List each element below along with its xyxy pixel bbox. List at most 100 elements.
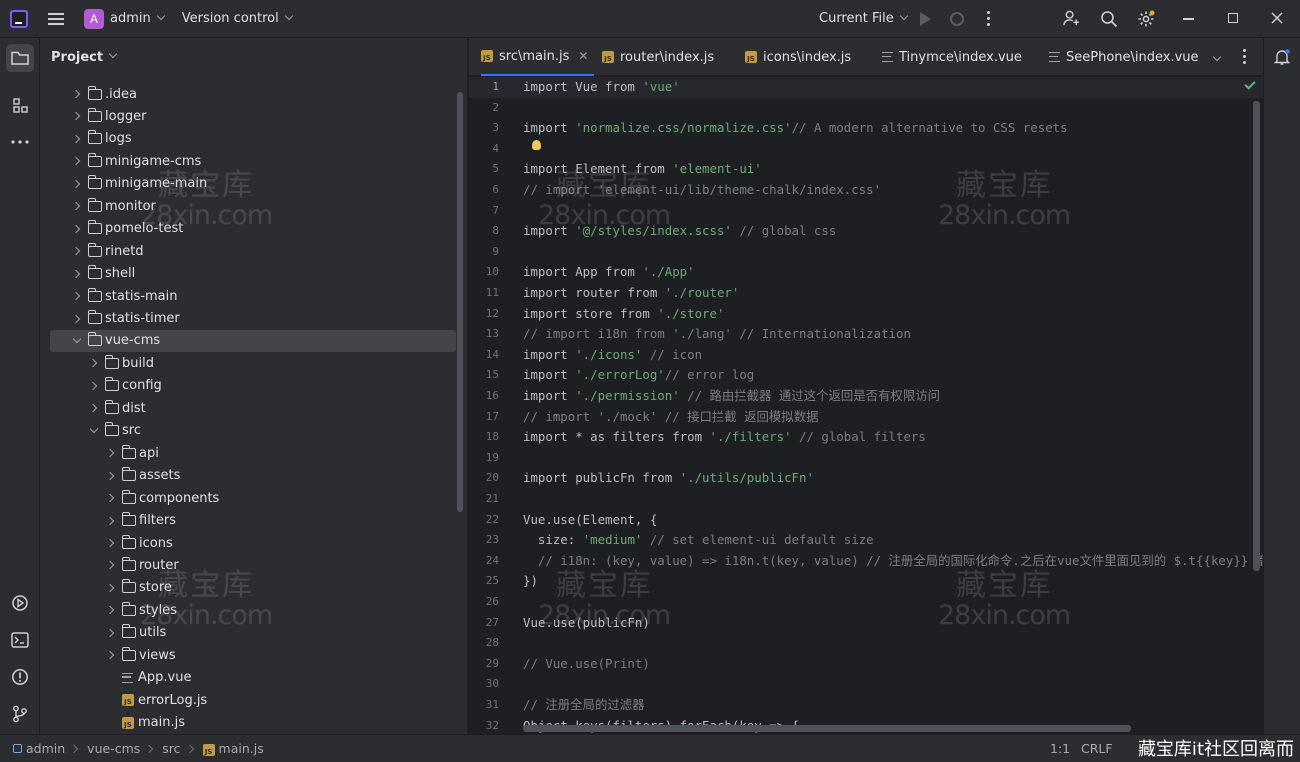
maximize-window-button[interactable]	[1228, 13, 1238, 23]
chevron-right-icon[interactable]	[106, 448, 116, 458]
chevron-down-icon[interactable]	[108, 49, 118, 59]
code-line[interactable]: })	[523, 571, 538, 591]
line-number[interactable]: 14	[469, 348, 499, 361]
tree-item[interactable]: App.vue	[50, 667, 456, 689]
code-line[interactable]: // 注册全局的过滤器	[523, 695, 645, 715]
line-number[interactable]: 8	[469, 224, 499, 237]
chevron-right-icon[interactable]	[89, 403, 99, 413]
chevron-right-icon[interactable]	[106, 516, 116, 526]
tree-item[interactable]: statis-timer	[50, 308, 456, 330]
line-number[interactable]: 28	[469, 636, 499, 649]
code-line[interactable]: import './errorLog'// error log	[523, 365, 754, 385]
line-number[interactable]: 9	[469, 245, 499, 258]
structure-tool-button[interactable]	[6, 91, 34, 119]
line-number[interactable]: 24	[469, 554, 499, 567]
code-line[interactable]: Vue.use(Element, {	[523, 510, 657, 530]
code-line[interactable]: import App from './App'	[523, 262, 695, 282]
breadcrumb-item[interactable]: vue-cms	[87, 741, 140, 756]
code-line[interactable]: // Vue.use(Print)	[523, 654, 650, 674]
chevron-down-icon[interactable]	[156, 11, 165, 20]
line-number[interactable]: 18	[469, 430, 499, 443]
lightbulb-icon[interactable]	[532, 140, 541, 150]
add-user-icon[interactable]	[1063, 10, 1080, 27]
code-editor[interactable]: 1 2 3 4 5 6 7 8 9 10 11 12 13 14 15 16 17 18 19 20 21 22 23 24 2…	[469, 77, 1263, 734]
line-number[interactable]: 20	[469, 471, 499, 484]
tree-item[interactable]: JS errorLog.js	[50, 689, 456, 711]
tree-item[interactable]: vue-cms	[50, 329, 456, 352]
editor-vertical-scrollbar[interactable]	[1253, 101, 1260, 571]
chevron-right-icon[interactable]	[106, 628, 116, 638]
tree-item[interactable]: statis-main	[50, 285, 456, 307]
chevron-right-icon[interactable]	[106, 650, 116, 660]
code-line[interactable]: import './icons' // icon	[523, 345, 702, 365]
editor-tab[interactable]: SeePhone\index.vue	[1049, 38, 1205, 76]
notifications-bell-icon[interactable]	[1273, 48, 1291, 66]
code-line[interactable]: import 'normalize.css/normalize.css'// A…	[523, 118, 1068, 138]
tree-item[interactable]: config	[50, 375, 456, 397]
chevron-right-icon[interactable]	[72, 314, 82, 324]
tree-item[interactable]: components	[50, 487, 456, 509]
project-badge[interactable]: A	[84, 8, 104, 29]
chevron-right-icon[interactable]	[72, 111, 82, 121]
terminal-tool-button[interactable]	[6, 626, 34, 654]
close-tab-icon[interactable]: ✕	[578, 49, 588, 63]
line-number[interactable]: 10	[469, 265, 499, 278]
run-icon[interactable]	[920, 12, 931, 26]
chevron-right-icon[interactable]	[106, 583, 116, 593]
tree-item[interactable]: .idea	[50, 83, 456, 105]
line-number[interactable]: 30	[469, 677, 499, 690]
editor-tab[interactable]: JS src\main.js ✕	[481, 38, 595, 76]
code-line[interactable]: import './permission' // 路由拦截器 通过这个返回是否有…	[523, 386, 940, 406]
line-number[interactable]: 27	[469, 616, 499, 629]
line-number[interactable]: 2	[469, 101, 499, 114]
chevron-right-icon[interactable]	[72, 291, 82, 301]
line-number-gutter[interactable]: 1 2 3 4 5 6 7 8 9 10 11 12 13 14 15 16 17 18 19 20 21 22 23 24 2…	[469, 77, 511, 734]
line-number[interactable]: 23	[469, 533, 499, 546]
line-number[interactable]: 19	[469, 451, 499, 464]
line-number[interactable]: 6	[469, 183, 499, 196]
line-number[interactable]: 25	[469, 574, 499, 587]
line-number[interactable]: 7	[469, 204, 499, 217]
line-number[interactable]: 26	[469, 595, 499, 608]
tree-item[interactable]: minigame-main	[50, 173, 456, 195]
code-line[interactable]: import Vue from 'vue'	[523, 77, 680, 97]
tree-item[interactable]: router	[50, 554, 456, 576]
line-number[interactable]: 11	[469, 286, 499, 299]
caret-position[interactable]: 1:1	[1050, 741, 1070, 756]
editor-tab[interactable]: Tinymce\index.vue	[882, 38, 1028, 76]
version-control-menu[interactable]: Version control	[182, 11, 279, 26]
chevron-right-icon[interactable]	[106, 560, 116, 570]
tabs-more-icon[interactable]	[1243, 49, 1247, 65]
editor-tab[interactable]: JS router\index.js	[602, 38, 720, 76]
chevron-right-icon[interactable]	[89, 358, 99, 368]
chevron-right-icon[interactable]	[72, 179, 82, 189]
tree-item[interactable]: build	[50, 352, 456, 374]
chevron-right-icon[interactable]	[72, 269, 82, 279]
services-tool-button[interactable]	[6, 589, 34, 617]
code-line[interactable]: import '@/styles/index.scss' // global c…	[523, 221, 836, 241]
tree-item[interactable]: icons	[50, 532, 456, 554]
editor-tab[interactable]: JS icons\index.js	[745, 38, 857, 76]
line-number[interactable]: 31	[469, 698, 499, 711]
debug-icon[interactable]	[950, 12, 964, 26]
line-number[interactable]: 12	[469, 307, 499, 320]
tree-item[interactable]: shell	[50, 263, 456, 285]
tree-item[interactable]: api	[50, 442, 456, 464]
main-menu-icon[interactable]	[48, 12, 64, 25]
code-line[interactable]: // import './mock' // 接口拦截 返回模拟数据	[523, 407, 818, 427]
chevron-right-icon[interactable]	[72, 134, 82, 144]
chevron-right-icon[interactable]	[106, 605, 116, 615]
editor-horizontal-scrollbar[interactable]	[523, 725, 1131, 732]
line-separator[interactable]: CRLF	[1081, 741, 1113, 756]
minimize-window-button[interactable]	[1183, 18, 1194, 20]
line-number[interactable]: 15	[469, 368, 499, 381]
chevron-right-icon[interactable]	[106, 493, 116, 503]
problems-tool-button[interactable]	[6, 663, 34, 691]
tabs-dropdown-chevron-icon[interactable]	[1212, 52, 1222, 67]
tree-item[interactable]: dist	[50, 397, 456, 419]
code-line[interactable]: // import i18n from './lang' // Internat…	[523, 324, 911, 344]
chevron-right-icon[interactable]	[72, 224, 82, 234]
line-number[interactable]: 4	[469, 142, 499, 155]
more-tool-windows-button[interactable]	[6, 128, 34, 156]
code-line[interactable]: import router from './router'	[523, 283, 739, 303]
